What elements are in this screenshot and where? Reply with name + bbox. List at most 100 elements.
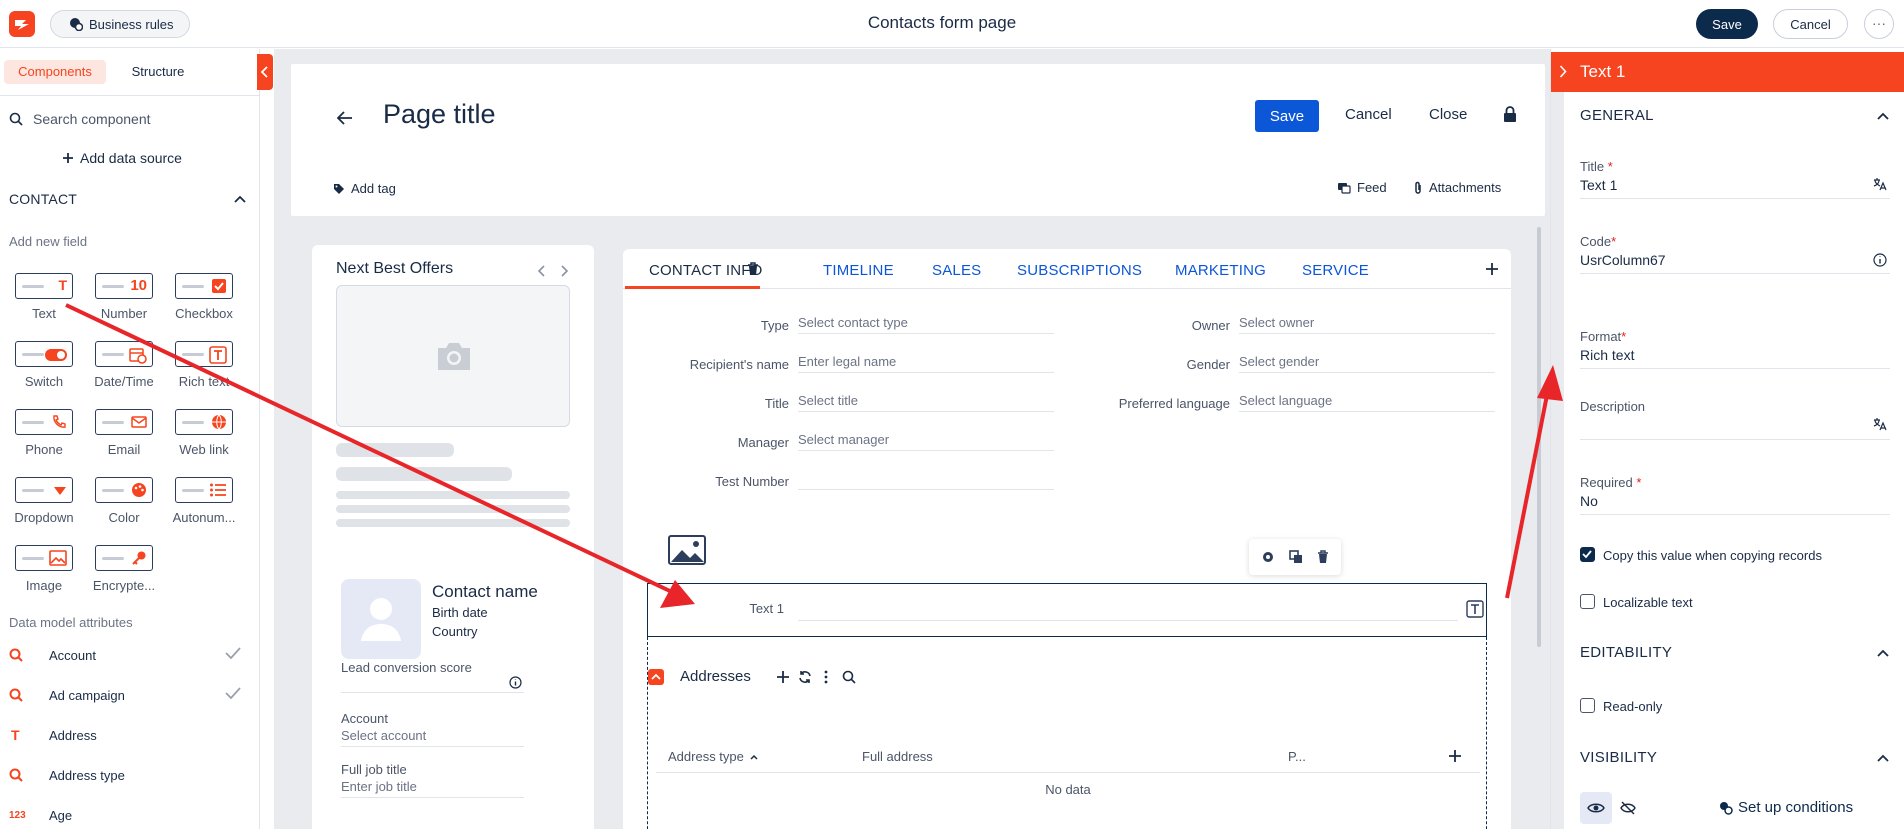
attachments-button[interactable]: Attachments [1413, 180, 1501, 195]
close-button[interactable]: Close [1429, 106, 1467, 123]
field-color[interactable]: Color [84, 477, 164, 525]
field-number[interactable]: 10 Number [84, 273, 164, 321]
section-editability[interactable]: EDITABILITY [1580, 644, 1672, 661]
language-input[interactable]: Select language [1239, 390, 1495, 412]
add-tab-icon[interactable] [1485, 262, 1499, 276]
info-icon[interactable] [1873, 253, 1887, 267]
cancel-button[interactable]: Cancel [1345, 106, 1392, 123]
tab-components[interactable]: Components [4, 60, 106, 84]
add-data-source-button[interactable]: Add data source [62, 150, 182, 166]
field-datetime[interactable]: Date/Time [84, 341, 164, 389]
translate-icon[interactable] [1873, 417, 1887, 431]
search-icon[interactable] [842, 670, 856, 684]
field-dropdown[interactable]: Dropdown [4, 477, 84, 525]
tab-structure[interactable]: Structure [118, 60, 198, 84]
collapse-panel-button[interactable] [257, 54, 273, 90]
avatar[interactable] [341, 579, 421, 659]
chevron-right-icon[interactable] [1559, 65, 1567, 78]
field-autonumber[interactable]: Autonum... [164, 477, 244, 525]
field-email[interactable]: Email [84, 409, 164, 457]
chevron-right-icon[interactable] [560, 265, 568, 277]
translate-icon[interactable] [1873, 177, 1887, 191]
gear-icon[interactable] [1261, 550, 1275, 564]
attr-age[interactable]: 123 Age [9, 805, 241, 825]
format-value[interactable]: Rich text [1580, 347, 1634, 363]
code-value[interactable]: UsrColumn67 [1580, 252, 1666, 268]
section-general[interactable]: GENERAL [1580, 107, 1654, 124]
more-vertical-icon[interactable] [824, 670, 828, 684]
copy-value-checkbox[interactable] [1580, 547, 1595, 562]
page-title[interactable]: Page title [383, 99, 496, 130]
back-arrow-icon[interactable] [337, 111, 353, 125]
top-cancel-button[interactable]: Cancel [1773, 9, 1848, 39]
chevron-up-icon[interactable] [1877, 754, 1889, 762]
field-encrypted[interactable]: Encrypte... [84, 545, 164, 593]
key-icon [131, 550, 147, 566]
plus-icon[interactable] [776, 670, 790, 684]
add-tag-button[interactable]: Add tag [333, 181, 396, 196]
field-switch[interactable]: Switch [4, 341, 84, 389]
attr-ad-campaign[interactable]: Ad campaign [9, 685, 241, 705]
feed-button[interactable]: Feed [1337, 180, 1387, 195]
info-icon[interactable] [509, 676, 522, 689]
collapse-icon[interactable] [648, 669, 664, 685]
title-value[interactable]: Text 1 [1580, 177, 1617, 193]
trash-icon[interactable] [1317, 550, 1329, 564]
chevron-up-icon[interactable] [1877, 112, 1889, 120]
attr-address-type[interactable]: Address type [9, 765, 241, 785]
tab-timeline[interactable]: TIMELINE [823, 262, 894, 279]
attr-address[interactable]: T Address [9, 725, 241, 745]
field-rich-text[interactable]: Rich text [164, 341, 244, 389]
chevron-left-icon[interactable] [538, 265, 546, 277]
lock-icon[interactable] [1503, 106, 1517, 122]
eye-off-icon[interactable] [1620, 800, 1636, 816]
trash-icon[interactable] [747, 262, 759, 276]
search-input[interactable] [33, 111, 233, 127]
setup-conditions-button[interactable]: Set up conditions [1719, 799, 1853, 816]
field-image[interactable]: Image [4, 545, 84, 593]
type-input[interactable]: Select contact type [798, 312, 1054, 334]
column-full-address[interactable]: Full address [862, 749, 933, 764]
field-web-link[interactable]: Web link [164, 409, 244, 457]
test-number-input[interactable] [798, 468, 1054, 490]
components-panel: Components Structure Add data source CON… [0, 49, 260, 829]
read-only-checkbox[interactable] [1580, 698, 1595, 713]
job-title-field[interactable]: Enter job title [341, 779, 417, 794]
add-column-icon[interactable] [1448, 749, 1462, 763]
column-address-type[interactable]: Address type [668, 749, 758, 764]
selected-text-field[interactable]: Text 1 [647, 583, 1487, 637]
eye-icon[interactable] [1580, 792, 1612, 824]
gender-input[interactable]: Select gender [1239, 351, 1495, 373]
column-p[interactable]: P... [1288, 749, 1306, 764]
field-checkbox[interactable]: Checkbox [164, 273, 244, 321]
account-field[interactable]: Select account [341, 728, 426, 743]
text-icon: T [11, 727, 20, 743]
top-save-button[interactable]: Save [1696, 9, 1758, 39]
tab-marketing[interactable]: MARKETING [1175, 262, 1266, 279]
recipient-input[interactable]: Enter legal name [798, 351, 1054, 373]
image-placeholder-icon[interactable] [668, 535, 706, 565]
title-input[interactable]: Select title [798, 390, 1054, 412]
required-value[interactable]: No [1580, 493, 1598, 509]
attr-account[interactable]: Account [9, 645, 241, 665]
tab-service[interactable]: SERVICE [1302, 262, 1369, 279]
save-button[interactable]: Save [1255, 100, 1319, 132]
tab-sales[interactable]: SALES [932, 262, 981, 279]
manager-input[interactable]: Select manager [798, 429, 1054, 451]
addresses-title: Addresses [680, 668, 751, 685]
copy-icon[interactable] [1289, 550, 1303, 564]
chevron-up-icon[interactable] [234, 195, 246, 203]
tab-contact-info[interactable]: CONTACT INFO [649, 262, 763, 279]
field-text[interactable]: T Text [4, 273, 84, 321]
owner-input[interactable]: Select owner [1239, 312, 1495, 334]
section-visibility[interactable]: VISIBILITY [1580, 749, 1657, 766]
refresh-icon[interactable] [798, 670, 812, 684]
canvas-scrollbar[interactable] [1537, 227, 1541, 647]
chevron-up-icon[interactable] [1877, 649, 1889, 657]
localizable-checkbox[interactable] [1580, 594, 1595, 609]
more-options-button[interactable]: ··· [1864, 9, 1894, 39]
field-phone[interactable]: Phone [4, 409, 84, 457]
attr-label: Address [49, 727, 97, 743]
field-label: Type [760, 318, 789, 333]
tab-subscriptions[interactable]: SUBSCRIPTIONS [1017, 262, 1142, 279]
